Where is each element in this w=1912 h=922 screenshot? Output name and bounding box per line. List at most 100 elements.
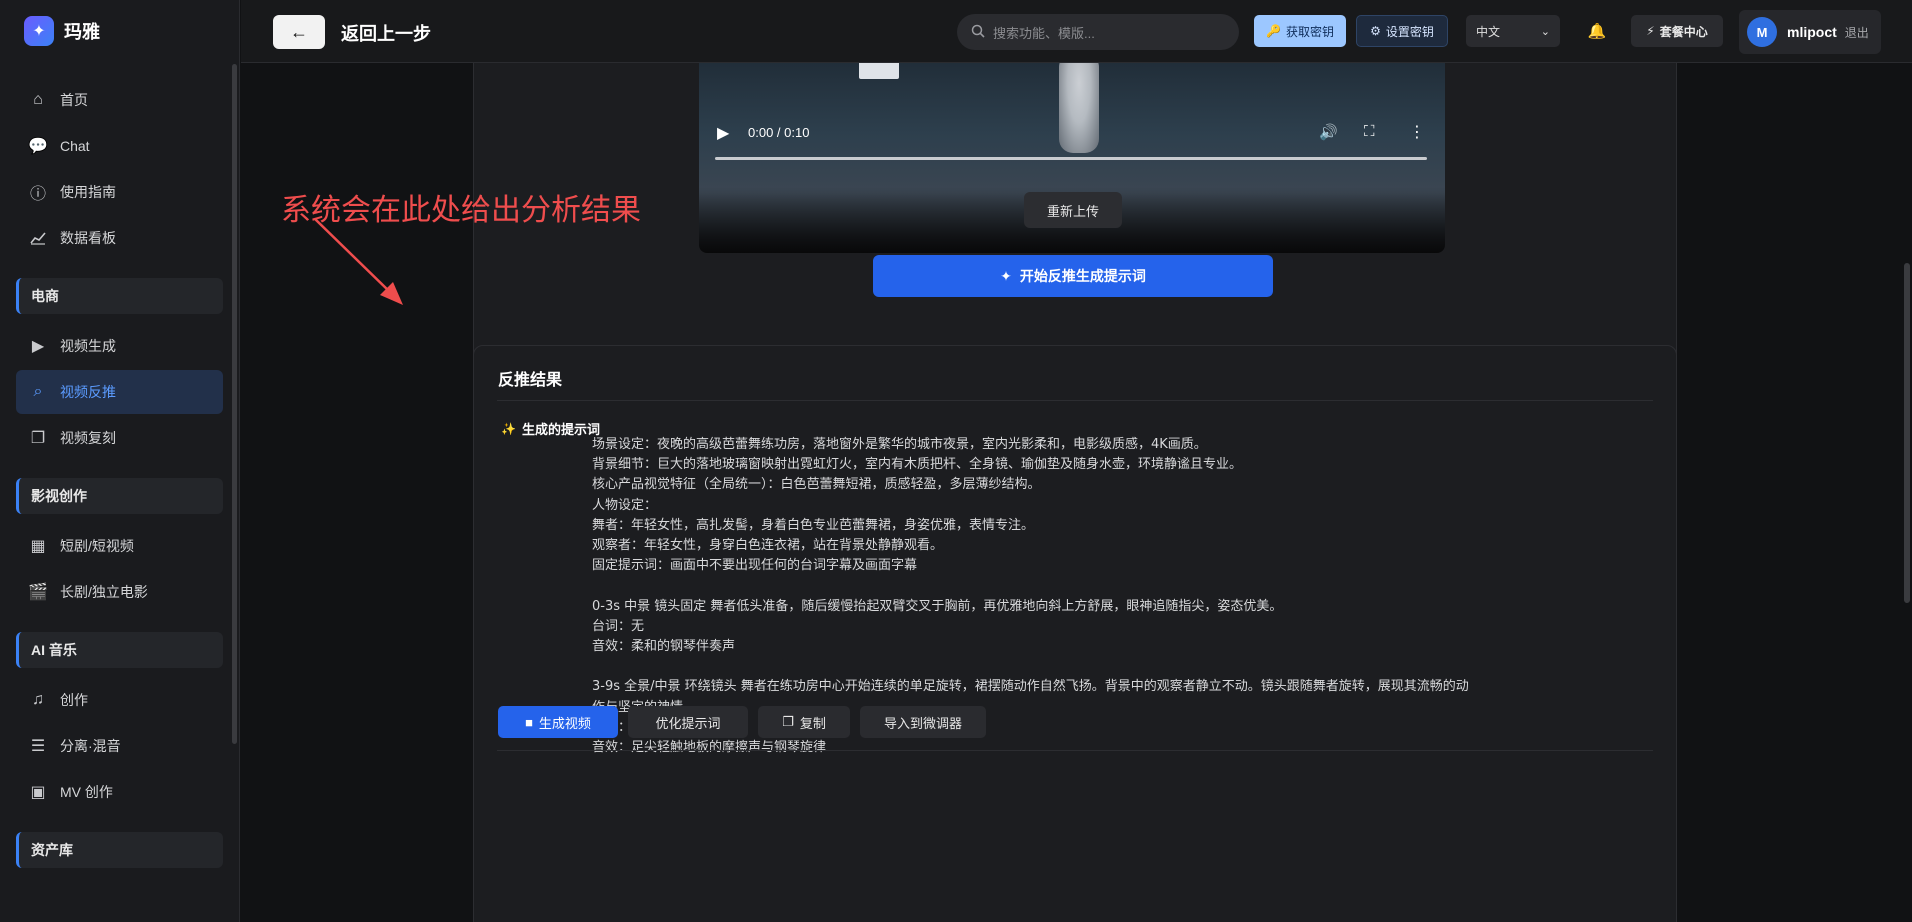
result-divider [497, 400, 1653, 401]
language-select[interactable]: 中文 ⌄ [1466, 15, 1560, 47]
brand[interactable]: ✦ 玛雅 [0, 0, 239, 62]
result-title: 反推结果 [498, 372, 563, 389]
avatar: M [1747, 17, 1777, 47]
film-icon: ▦ [30, 538, 46, 555]
import-tuner-button[interactable]: 导入到微调器 [860, 706, 986, 738]
prompt-line: 0-3s 中景 镜头固定 舞者低头准备，随后缓慢抬起双臂交叉于胸前，再优雅地向斜… [592, 598, 1283, 614]
lightning-icon: ⚡ [1646, 24, 1655, 38]
magic-wand-logo-icon: ✦ [24, 16, 54, 46]
fullscreen-icon[interactable]: ⛶ [1364, 123, 1375, 140]
play-icon[interactable]: ▶ [717, 123, 729, 143]
search-placeholder: 搜索功能、模版... [993, 25, 1095, 41]
sidebar-item-short-drama[interactable]: ▦ 短剧/短视频 [16, 524, 223, 568]
sidebar-item-label: 使用指南 [60, 184, 116, 200]
sidebar-item-label: 视频反推 [60, 384, 116, 400]
result-bottom-divider [497, 750, 1653, 751]
search-icon [971, 24, 985, 41]
app-root: ✦ 玛雅 ⌂ 首页 💬 Chat ⓘ 使用指南 数据看板 电商 ▶ 视频生成 ⌕… [0, 0, 1912, 922]
brand-name: 玛雅 [64, 22, 100, 42]
notification-button[interactable]: 🔔 [1581, 15, 1613, 47]
sidebar-scrollbar[interactable] [232, 64, 237, 744]
prompt-line: 音效：足尖轻触地板的摩擦声与钢琴旋律 [592, 740, 827, 756]
sidebar-item-label: 短剧/短视频 [60, 538, 134, 554]
sidebar-item-video-replicate[interactable]: ❐ 视频复刻 [16, 416, 223, 460]
main-scrollbar[interactable] [1904, 263, 1910, 603]
logout-link[interactable]: 退出 [1845, 24, 1869, 41]
gear-icon: ⚙ [1370, 24, 1381, 38]
sidebar-item-label: 长剧/独立电影 [60, 584, 148, 600]
copy-label: 复制 [799, 715, 826, 731]
back-button[interactable]: ← [273, 15, 325, 49]
section-ecommerce[interactable]: 电商 [16, 278, 223, 314]
sidebar-item-chat[interactable]: 💬 Chat [16, 124, 223, 168]
prompt-line: 核心产品视觉特征（全局统一）：白色芭蕾舞短裙，质感轻盈，多层薄纱结构。 [592, 477, 1041, 493]
prompt-line: 固定提示词：画面中不要出现任何的台词字幕及画面字幕 [592, 558, 918, 574]
generate-video-label: 生成视频 [538, 715, 591, 731]
section-ai-music[interactable]: AI 音乐 [16, 632, 223, 668]
sidebar-item-guide[interactable]: ⓘ 使用指南 [16, 170, 223, 214]
prompt-line: 场景设定：夜晚的高级芭蕾舞练功房，落地窗外是繁华的城市夜景，室内光影柔和，电影级… [592, 437, 1207, 452]
sidebar-item-label: 分离·混音 [60, 738, 121, 754]
prompt-line: 台词：无 [592, 618, 645, 634]
generate-video-button[interactable]: ■ 生成视频 [498, 706, 618, 738]
sparkle-icon: ✨ [501, 421, 516, 436]
generated-prompt-heading: ✨ 生成的提示词 [501, 419, 600, 438]
video-frame-figure [859, 63, 899, 79]
get-key-button[interactable]: 🔑 获取密钥 [1254, 15, 1346, 47]
search-input[interactable]: 搜索功能、模版... [957, 14, 1239, 50]
arrow-left-icon: ← [290, 21, 308, 42]
chat-icon: 💬 [28, 138, 48, 155]
sidebar-item-mv[interactable]: ▣ MV 创作 [16, 770, 223, 814]
copy-icon: ❐ [30, 430, 46, 447]
video-progress-bar[interactable] [715, 157, 1427, 160]
sidebar-item-label: Chat [60, 138, 90, 154]
generate-prompt-label: 开始反推生成提示词 [1019, 268, 1146, 284]
optimize-prompt-button[interactable]: 优化提示词 [628, 706, 748, 738]
package-center-button[interactable]: ⚡ 套餐中心 [1631, 15, 1723, 47]
sidebar-item-label: 视频生成 [60, 338, 116, 354]
magic-wand-icon: ✦ [1000, 267, 1012, 284]
generate-prompt-button[interactable]: ✦ 开始反推生成提示词 [873, 255, 1273, 297]
key-icon: 🔑 [1266, 24, 1281, 38]
annotation-text: 系统会在此处给出分析结果 [281, 193, 641, 228]
prompt-blank-line [592, 657, 1552, 677]
clapper-icon: 🎬 [28, 584, 48, 601]
section-assets[interactable]: 资产库 [16, 832, 223, 868]
user-menu[interactable]: M mlipoct 退出 [1739, 10, 1881, 54]
sidebar-item-home[interactable]: ⌂ 首页 [16, 78, 223, 122]
volume-icon[interactable]: 🔊 [1319, 123, 1338, 141]
sidebar: ✦ 玛雅 ⌂ 首页 💬 Chat ⓘ 使用指南 数据看板 电商 ▶ 视频生成 ⌕… [0, 0, 240, 922]
prompt-line: 3-9s 全景/中景 环绕镜头 舞者在练功房中心开始连续的单足旋转，裙摆随动作自… [592, 679, 1469, 695]
copy-button[interactable]: ❐ 复制 [758, 706, 850, 738]
sidebar-item-mixer[interactable]: ☰ 分离·混音 [16, 724, 223, 768]
prompt-line: 舞者：年轻女性，高扎发髻，身着白色专业芭蕾舞裙，身姿优雅，表情专注。 [592, 517, 1035, 533]
sidebar-item-label: MV 创作 [60, 784, 113, 800]
get-key-label: 获取密钥 [1285, 24, 1334, 39]
copy-icon: ❐ [782, 714, 794, 729]
mixer-icon: ☰ [30, 738, 46, 755]
more-options-icon[interactable]: ⋮ [1409, 122, 1425, 142]
sidebar-item-label: 首页 [60, 92, 88, 108]
video-frame-dancer [1059, 63, 1099, 153]
sidebar-item-video-generate[interactable]: ▶ 视频生成 [16, 324, 223, 368]
music-note-icon: ♫ [32, 691, 44, 708]
prompt-line: 背景细节：巨大的落地玻璃窗映射出霓虹灯火，室内有木质把杆、全身镜、瑜伽垫及随身水… [592, 457, 1243, 473]
prompt-line: 观察者：年轻女性，身穿白色连衣裙，站在背景处静静观看。 [592, 538, 944, 554]
sidebar-item-dashboard[interactable]: 数据看板 [16, 216, 223, 260]
bell-icon: 🔔 [1587, 23, 1607, 40]
sidebar-item-music-create[interactable]: ♫ 创作 [16, 678, 223, 722]
set-key-button[interactable]: ⚙ 设置密钥 [1356, 15, 1448, 47]
sidebar-item-label: 视频复刻 [60, 430, 116, 446]
sidebar-item-label: 数据看板 [60, 230, 116, 246]
reupload-button[interactable]: 重新上传 [1024, 192, 1122, 228]
set-key-label: 设置密钥 [1385, 24, 1434, 39]
prompt-blank-line [592, 576, 1552, 596]
package-center-label: 套餐中心 [1659, 24, 1708, 39]
section-film[interactable]: 影视创作 [16, 478, 223, 514]
main-content: ▶ 0:00 / 0:10 🔊 ⛶ ⋮ 重新上传 ✦ 开始反推生成提示词 反推结… [241, 63, 1912, 922]
sidebar-item-video-reverse[interactable]: ⌕ 视频反推 [16, 370, 223, 414]
sidebar-item-long-drama[interactable]: 🎬 长剧/独立电影 [16, 570, 223, 614]
back-label: 返回上一步 [341, 24, 431, 44]
import-tuner-label: 导入到微调器 [883, 715, 962, 731]
video-time: 0:00 / 0:10 [748, 125, 810, 140]
